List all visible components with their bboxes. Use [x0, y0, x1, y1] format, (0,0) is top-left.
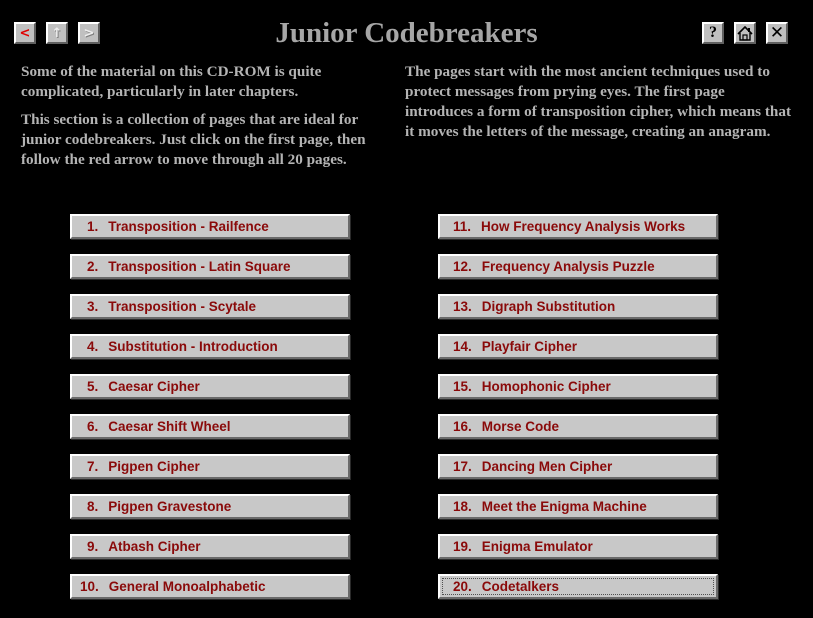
page-button-9[interactable]: 9. Atbash Cipher [70, 534, 350, 559]
intro-paragraph-2: This section is a collection of pages th… [21, 111, 366, 168]
junior-codebreakers-window: < ↑ > Junior Codebreakers ? ✕ Some of th… [0, 0, 813, 618]
page-button-15[interactable]: 15. Homophonic Cipher [438, 374, 718, 399]
page-button-4[interactable]: 4. Substitution - Introduction [70, 334, 350, 359]
page-button-11[interactable]: 11. How Frequency Analysis Works [438, 214, 718, 239]
page-button-18[interactable]: 18. Meet the Enigma Machine [438, 494, 718, 519]
page-button-13[interactable]: 13. Digraph Substitution [438, 294, 718, 319]
page-button-3[interactable]: 3. Transposition - Scytale [70, 294, 350, 319]
page-title: Junior Codebreakers [275, 17, 538, 49]
page-button-5[interactable]: 5. Caesar Cipher [70, 374, 350, 399]
page-button-14[interactable]: 14. Playfair Cipher [438, 334, 718, 359]
help-button[interactable]: ? [702, 22, 724, 44]
home-button[interactable] [734, 22, 756, 44]
page-button-19[interactable]: 19. Enigma Emulator [438, 534, 718, 559]
intro-paragraph-1: Some of the material on this CD-ROM is q… [21, 63, 322, 100]
page-button-12[interactable]: 12. Frequency Analysis Puzzle [438, 254, 718, 279]
close-button[interactable]: ✕ [766, 22, 788, 44]
intro-paragraph-3: The pages start with the most ancient te… [405, 63, 792, 140]
page-button-1[interactable]: 1. Transposition - Railfence [70, 214, 350, 239]
page-button-7[interactable]: 7. Pigpen Cipher [70, 454, 350, 479]
page-button-8[interactable]: 8. Pigpen Gravestone [70, 494, 350, 519]
page-button-16[interactable]: 16. Morse Code [438, 414, 718, 439]
page-button-17[interactable]: 17. Dancing Men Cipher [438, 454, 718, 479]
home-icon [737, 25, 753, 41]
page-button-10[interactable]: 10. General Monoalphabetic [70, 574, 350, 599]
page-button-6[interactable]: 6. Caesar Shift Wheel [70, 414, 350, 439]
help-icon: ? [709, 24, 717, 41]
page-button-20[interactable]: 20. Codetalkers [438, 574, 718, 599]
close-icon: ✕ [769, 22, 785, 43]
page-button-2[interactable]: 2. Transposition - Latin Square [70, 254, 350, 279]
